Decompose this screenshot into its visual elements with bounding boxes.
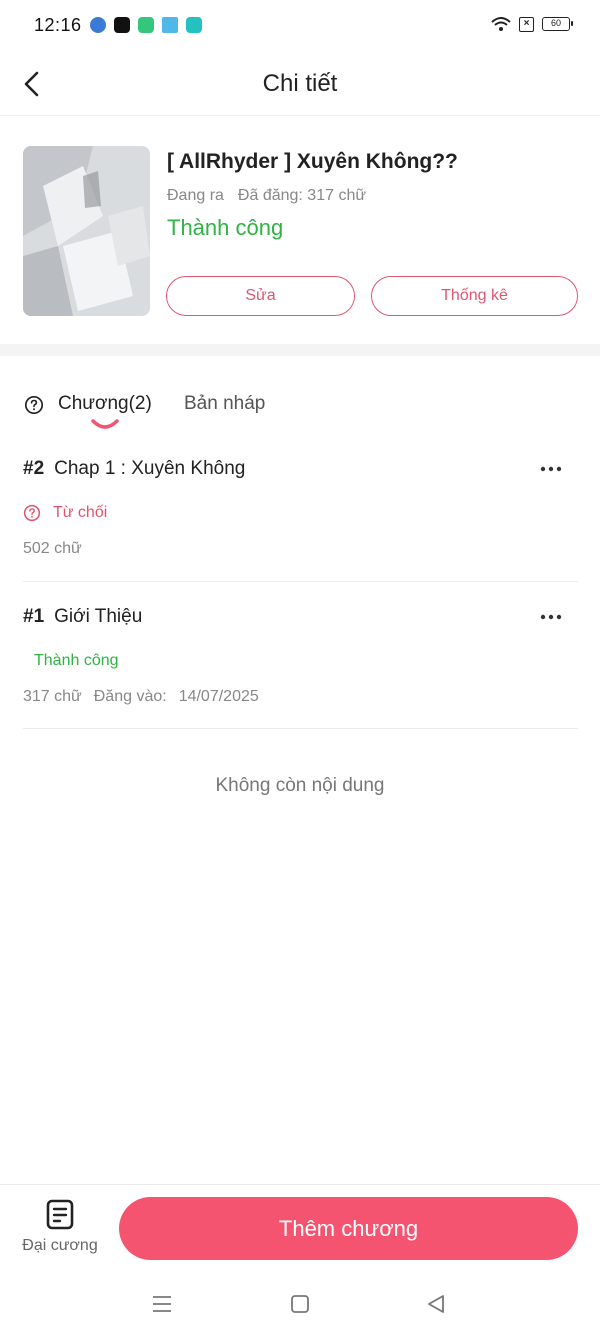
battery-icon: 60 — [542, 17, 573, 31]
chapter-list-item[interactable]: #2 Chap 1 : Xuyên Không Từ chối 502 chữ — [23, 452, 578, 582]
bottom-action-bar: Đại cương Thêm chương — [0, 1184, 600, 1276]
section-divider — [0, 344, 600, 356]
more-horizontal-icon — [540, 614, 562, 620]
add-chapter-button[interactable]: Thêm chương — [119, 1197, 578, 1260]
document-icon — [46, 1199, 74, 1230]
chapter-status: Thành công — [34, 652, 119, 670]
wifi-icon — [491, 17, 511, 31]
chapter-name: Chap 1 : Xuyên Không — [54, 458, 246, 479]
status-indicators: × 60 — [491, 16, 573, 32]
chapter-number: #2 — [23, 458, 45, 479]
book-status: Thành công — [167, 215, 284, 240]
status-time: 12:16 — [34, 15, 82, 35]
book-cover-image[interactable] — [23, 146, 150, 316]
menu-icon[interactable] — [149, 1291, 175, 1317]
end-of-list-message: Không còn nội dung — [215, 775, 385, 796]
more-options-button[interactable] — [540, 608, 562, 620]
chapter-list-item[interactable]: #1 Giới Thiệu Thành công 317 chữ Đăng vào:… — [23, 600, 578, 729]
outline-label: Đại cương — [22, 1237, 98, 1254]
outline-button[interactable]: Đại cương — [18, 1199, 102, 1261]
book-title: [ AllRhyder ] Xuyên Không?? — [167, 150, 458, 173]
chapter-meta: 317 chữ Đăng vào: 14/07/2025 — [23, 688, 259, 706]
chapter-name: Giới Thiệu — [54, 606, 143, 627]
status-bar: 12:16 × 60 — [0, 0, 600, 54]
system-nav-bar — [0, 1276, 600, 1333]
chapter-word-count: 317 chữ — [23, 688, 82, 705]
notification-icons — [90, 17, 202, 33]
chapter-status: Từ chối — [23, 504, 107, 522]
chapter-title: #2 Chap 1 : Xuyên Không — [23, 458, 245, 480]
book-info-card: [ AllRhyder ] Xuyên Không?? Đang ra Đã đă… — [0, 116, 600, 344]
statistics-button[interactable]: Thống kê — [371, 276, 578, 316]
no-sim-icon: × — [519, 16, 534, 32]
book-state: Đang ra — [167, 187, 224, 204]
chapter-status-label: Thành công — [34, 652, 119, 669]
help-icon[interactable] — [24, 395, 44, 415]
app-notification-icon — [138, 17, 154, 33]
chapter-status-label: Từ chối — [53, 504, 108, 521]
tab-drafts[interactable]: Bản nháp — [184, 393, 265, 415]
shopping-bag-icon — [114, 17, 130, 33]
help-icon[interactable] — [23, 504, 41, 522]
chapter-title: #1 Giới Thiệu — [23, 606, 142, 628]
book-meta: Đang ra Đã đăng: 317 chữ — [167, 187, 366, 205]
tab-chapters[interactable]: Chương(2) — [58, 393, 152, 415]
chapter-word-count: 502 chữ — [23, 540, 82, 557]
chapter-meta: 502 chữ — [23, 540, 82, 558]
chapter-tabs: Chương(2) Bản nháp — [0, 386, 600, 436]
chat-icon — [186, 17, 202, 33]
chapter-number: #1 — [23, 606, 45, 627]
home-icon[interactable] — [287, 1291, 313, 1317]
app-header: Chi tiết — [0, 54, 600, 116]
cart-icon — [162, 17, 178, 33]
book-word-count: Đã đăng: 317 chữ — [237, 187, 367, 204]
more-horizontal-icon — [540, 466, 562, 472]
chapter-published-label: Đăng vào: — [93, 688, 167, 705]
back-triangle-icon[interactable] — [423, 1291, 449, 1317]
app-notification-icon — [90, 17, 106, 33]
more-options-button[interactable] — [540, 460, 562, 472]
chapter-published-date: 14/07/2025 — [178, 688, 259, 705]
page-title: Chi tiết — [262, 70, 338, 97]
active-tab-indicator — [91, 419, 119, 429]
edit-button[interactable]: Sửa — [166, 276, 355, 316]
